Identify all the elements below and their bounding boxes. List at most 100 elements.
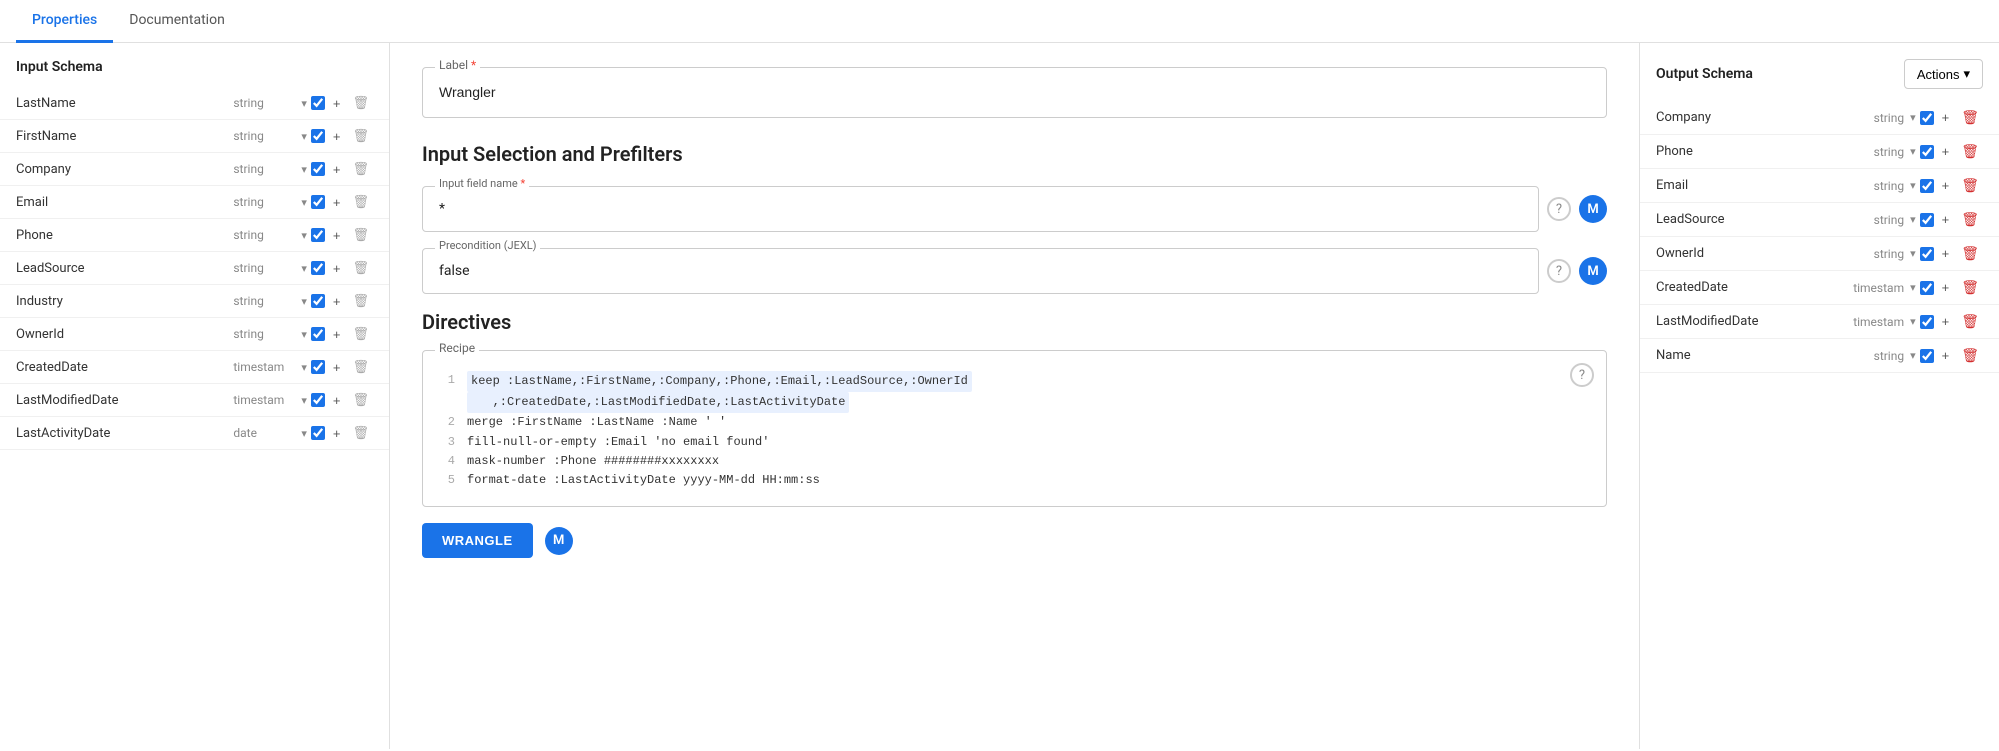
recipe-help-icon[interactable]: ? [1570, 363, 1594, 387]
input-schema-rows: LastName string ▾ + 🗑 FirstName string ▾… [0, 87, 389, 450]
field-checkbox[interactable] [311, 294, 325, 308]
output-field-add-button[interactable]: + [1938, 346, 1954, 365]
type-chevron-icon[interactable]: ▾ [301, 427, 307, 440]
field-delete-button[interactable]: 🗑 [348, 291, 373, 311]
field-delete-button[interactable]: 🗑 [348, 126, 373, 146]
output-field-delete-button[interactable]: 🗑 [1957, 209, 1983, 230]
output-field-delete-button[interactable]: 🗑 [1957, 107, 1983, 128]
output-field-type: timestam [1853, 281, 1904, 295]
field-delete-button[interactable]: 🗑 [348, 258, 373, 278]
field-checkbox[interactable] [311, 96, 325, 110]
output-field-add-button[interactable]: + [1938, 244, 1954, 263]
field-add-button[interactable]: + [329, 325, 345, 344]
field-type: string [233, 327, 293, 341]
output-type-chevron-icon[interactable]: ▾ [1910, 247, 1916, 260]
output-field-delete-button[interactable]: 🗑 [1957, 175, 1983, 196]
field-type: string [233, 195, 293, 209]
field-add-button[interactable]: + [329, 193, 345, 212]
output-field-delete-button[interactable]: 🗑 [1957, 141, 1983, 162]
field-delete-button[interactable]: 🗑 [348, 159, 373, 179]
field-checkbox[interactable] [311, 393, 325, 407]
output-field-delete-button[interactable]: 🗑 [1957, 345, 1983, 366]
field-delete-button[interactable]: 🗑 [348, 390, 373, 410]
type-chevron-icon[interactable]: ▾ [301, 97, 307, 110]
field-type: timestam [233, 360, 293, 374]
type-chevron-icon[interactable]: ▾ [301, 229, 307, 242]
input-schema-row-leadsource: LeadSource string ▾ + 🗑 [0, 252, 389, 285]
type-chevron-icon[interactable]: ▾ [301, 130, 307, 143]
tab-documentation[interactable]: Documentation [113, 0, 241, 43]
output-schema-row-name: Name string ▾ + 🗑 [1640, 339, 1999, 373]
output-field-add-button[interactable]: + [1938, 278, 1954, 297]
field-add-button[interactable]: + [329, 391, 345, 410]
field-delete-button[interactable]: 🗑 [348, 357, 373, 377]
field-name: Industry [16, 294, 233, 309]
field-checkbox[interactable] [311, 426, 325, 440]
output-field-checkbox[interactable] [1920, 315, 1934, 329]
field-add-button[interactable]: + [329, 259, 345, 278]
output-field-delete-button[interactable]: 🗑 [1957, 311, 1983, 332]
output-field-add-button[interactable]: + [1938, 176, 1954, 195]
field-checkbox[interactable] [311, 261, 325, 275]
output-type-chevron-icon[interactable]: ▾ [1910, 213, 1916, 226]
actions-button[interactable]: Actions ▾ [1904, 59, 1983, 89]
type-chevron-icon[interactable]: ▾ [301, 196, 307, 209]
output-field-checkbox[interactable] [1920, 247, 1934, 261]
field-add-button[interactable]: + [329, 358, 345, 377]
precondition-help-icon[interactable]: ? [1547, 259, 1571, 283]
field-checkbox[interactable] [311, 360, 325, 374]
output-type-chevron-icon[interactable]: ▾ [1910, 179, 1916, 192]
type-chevron-icon[interactable]: ▾ [301, 163, 307, 176]
field-checkbox[interactable] [311, 228, 325, 242]
output-type-chevron-icon[interactable]: ▾ [1910, 281, 1916, 294]
output-field-add-button[interactable]: + [1938, 312, 1954, 331]
output-field-checkbox[interactable] [1920, 349, 1934, 363]
output-type-chevron-icon[interactable]: ▾ [1910, 145, 1916, 158]
type-chevron-icon[interactable]: ▾ [301, 394, 307, 407]
field-checkbox[interactable] [311, 162, 325, 176]
field-add-button[interactable]: + [329, 292, 345, 311]
field-delete-button[interactable]: 🗑 [348, 192, 373, 212]
output-field-add-button[interactable]: + [1938, 210, 1954, 229]
type-chevron-icon[interactable]: ▾ [301, 328, 307, 341]
label-input[interactable] [439, 84, 1590, 100]
field-checkbox[interactable] [311, 327, 325, 341]
field-add-button[interactable]: + [329, 226, 345, 245]
output-field-checkbox[interactable] [1920, 145, 1934, 159]
label-legend: Label * [435, 58, 480, 72]
field-delete-button[interactable]: 🗑 [348, 93, 373, 113]
tab-properties[interactable]: Properties [16, 0, 113, 43]
output-field-checkbox[interactable] [1920, 213, 1934, 227]
input-field-help-icon[interactable]: ? [1547, 197, 1571, 221]
output-schema-row-leadsource: LeadSource string ▾ + 🗑 [1640, 203, 1999, 237]
field-delete-button[interactable]: 🗑 [348, 324, 373, 344]
field-add-button[interactable]: + [329, 127, 345, 146]
field-delete-button[interactable]: 🗑 [348, 225, 373, 245]
field-checkbox[interactable] [311, 129, 325, 143]
right-panel-header: Output Schema Actions ▾ [1640, 59, 1999, 101]
output-field-checkbox[interactable] [1920, 281, 1934, 295]
field-type: string [233, 96, 293, 110]
field-add-button[interactable]: + [329, 424, 345, 443]
type-chevron-icon[interactable]: ▾ [301, 361, 307, 374]
field-delete-button[interactable]: 🗑 [348, 423, 373, 443]
type-chevron-icon[interactable]: ▾ [301, 295, 307, 308]
field-checkbox[interactable] [311, 195, 325, 209]
output-field-checkbox[interactable] [1920, 179, 1934, 193]
output-field-delete-button[interactable]: 🗑 [1957, 277, 1983, 298]
field-add-button[interactable]: + [329, 94, 345, 113]
output-type-chevron-icon[interactable]: ▾ [1910, 111, 1916, 124]
field-add-button[interactable]: + [329, 160, 345, 179]
wrangle-button[interactable]: WRANGLE [422, 523, 533, 558]
output-field-delete-button[interactable]: 🗑 [1957, 243, 1983, 264]
output-type-chevron-icon[interactable]: ▾ [1910, 315, 1916, 328]
output-field-add-button[interactable]: + [1938, 142, 1954, 161]
recipe-legend: Recipe [435, 341, 479, 355]
output-type-chevron-icon[interactable]: ▾ [1910, 349, 1916, 362]
output-field-checkbox[interactable] [1920, 111, 1934, 125]
output-field-type: string [1874, 247, 1904, 261]
type-chevron-icon[interactable]: ▾ [301, 262, 307, 275]
field-row-actions: ▾ + 🗑 [301, 324, 373, 344]
field-name: Phone [16, 228, 233, 243]
output-field-add-button[interactable]: + [1938, 108, 1954, 127]
